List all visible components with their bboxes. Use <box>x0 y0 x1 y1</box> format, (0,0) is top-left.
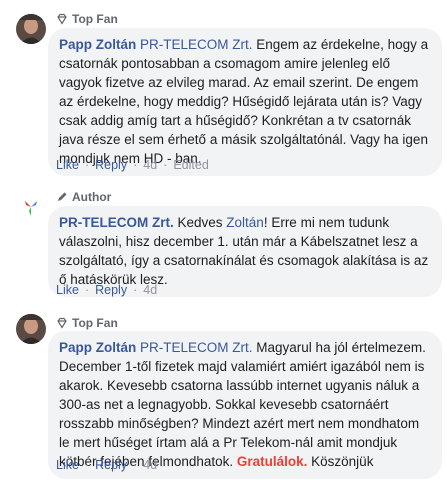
diamond-badge-icon <box>56 13 68 25</box>
badge-label: Top Fan <box>72 316 118 330</box>
avatar[interactable] <box>16 14 46 44</box>
reply-button[interactable]: Reply <box>95 283 127 297</box>
comment-author[interactable]: Papp Zoltán <box>59 37 136 52</box>
like-button[interactable]: Like <box>56 458 79 472</box>
top-fan-badge: Top Fan <box>56 10 118 28</box>
reply-button[interactable]: Reply <box>95 458 127 472</box>
comment-author[interactable]: PR-TELECOM Zrt. <box>59 215 174 230</box>
like-button[interactable]: Like <box>56 158 79 172</box>
comment-author[interactable]: Papp Zoltán <box>59 340 136 355</box>
comment-time[interactable]: 4d <box>143 458 157 472</box>
comment-actions: Like · Reply · 4d <box>56 283 158 297</box>
tagged-page[interactable]: PR-TELECOM Zrt. <box>140 340 253 355</box>
comment-time[interactable]: 4d <box>143 158 157 172</box>
tagged-user[interactable]: Zoltán <box>226 215 264 230</box>
comment-actions: Like · Reply · 4d · Edited <box>56 158 209 172</box>
comment-text-start: Kedves <box>173 215 227 230</box>
badge-label: Top Fan <box>72 12 118 26</box>
pen-icon <box>56 191 68 203</box>
tagged-page[interactable]: PR-TELECOM Zrt. <box>140 37 253 52</box>
comment-actions: Like · Reply · 4d <box>56 458 158 472</box>
comment-text: Magyarul ha jól értelmezem. December 1-t… <box>59 340 426 469</box>
page-avatar[interactable] <box>16 192 46 222</box>
comment-text-end: Köszönjük <box>307 454 374 469</box>
top-fan-badge: Top Fan <box>56 314 118 332</box>
highlighted-word: Gratulálok. <box>236 454 308 469</box>
like-button[interactable]: Like <box>56 283 79 297</box>
edited-label[interactable]: Edited <box>173 158 208 172</box>
comment-time[interactable]: 4d <box>143 283 157 297</box>
author-badge: Author <box>56 188 111 206</box>
comment-bubble: Papp Zoltán PR-TELECOM Zrt. Engem az érd… <box>48 28 442 176</box>
reply-button[interactable]: Reply <box>95 158 127 172</box>
avatar[interactable] <box>16 314 46 344</box>
badge-label: Author <box>72 190 112 204</box>
comment-text: Engem az érdekelne, hogy a csatornák pon… <box>59 37 429 166</box>
diamond-badge-icon <box>56 317 68 329</box>
